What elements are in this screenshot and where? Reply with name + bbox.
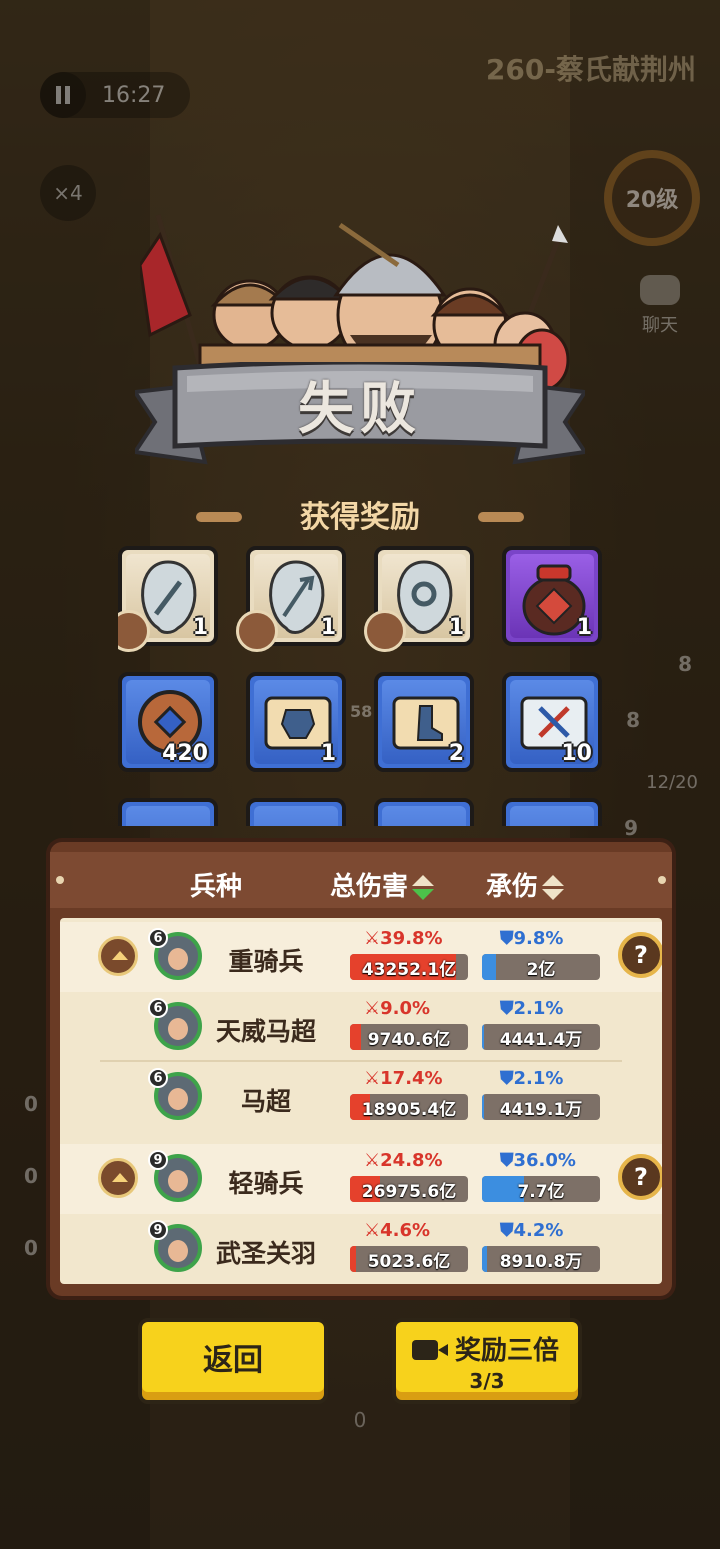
stage-title: 260-蔡氏献荆州 (485, 53, 696, 86)
triple-reward-button[interactable]: 奖励三倍 3/3 (392, 1318, 582, 1404)
timer-pill: 16:27 (40, 72, 190, 118)
damage-percent: ⚔39.8% (364, 928, 443, 949)
reward-item[interactable] (246, 798, 346, 826)
result-title: 失败 (298, 377, 422, 442)
table-row: 6 天威马超 ⚔9.0% 9740.6亿 ⛊2.1% 4441.4万 (60, 992, 662, 1062)
chat-bubble-icon (640, 275, 680, 305)
reward-item[interactable] (118, 798, 218, 826)
battle-stats-panel: 兵种 总伤害 承伤 6 重骑兵 ⚔39.8% 43252.1亿 ⛊9.8% 2亿… (50, 842, 672, 1296)
reward-item[interactable]: 1 (246, 672, 346, 772)
left-counter: 0 (24, 1236, 38, 1260)
taken-percent: ⛊2.1% (500, 998, 564, 1019)
taken-percent: ⛊9.8% (500, 928, 564, 949)
chat-label: 聊天 (642, 315, 678, 336)
ring-slot-icon (364, 610, 406, 652)
taken-percent: ⛊36.0% (500, 1150, 576, 1171)
reward-item[interactable]: 1 (502, 546, 602, 646)
unit-name: 武圣关羽 (215, 1239, 316, 1268)
table-row: 9 武圣关羽 ⚔4.6% 5023.6亿 ⛊4.2% 8910.8万 (60, 1214, 662, 1284)
sort-arrows-icon (542, 875, 565, 900)
reward-item[interactable] (374, 798, 474, 826)
left-counter: 0 (24, 1092, 38, 1116)
unit-level-badge: 9 (148, 1220, 168, 1240)
sort-arrows-icon (412, 875, 435, 900)
damage-bar: 26975.6亿 (350, 1176, 468, 1202)
damage-bar: 43252.1亿 (350, 954, 468, 980)
stats-list[interactable]: 6 重骑兵 ⚔39.8% 43252.1亿 ⛊9.8% 2亿 ? 6 天威马超 … (60, 918, 662, 1284)
taken-percent: ⛊4.2% (500, 1220, 564, 1241)
table-row: 9 轻骑兵 ⚔24.8% 26975.6亿 ⛊36.0% 7.7亿 ? (60, 1144, 662, 1214)
side-counter: 8 (678, 652, 692, 676)
unit-name: 马超 (240, 1087, 291, 1116)
collapse-button[interactable] (98, 1158, 138, 1198)
rivet-icon (56, 876, 64, 884)
reward-item[interactable]: 1 (364, 546, 474, 652)
damage-percent: ⚔17.4% (364, 1068, 443, 1089)
taken-percent: ⛊2.1% (500, 1068, 564, 1089)
unit-level-badge: 6 (148, 1068, 168, 1088)
damage-percent: ⚔4.6% (364, 1220, 431, 1241)
unit-name: 天威马超 (215, 1017, 316, 1046)
side-counter: 9 (624, 816, 638, 840)
bottom-counter: 0 (353, 1408, 367, 1432)
reward-item[interactable]: 2 (374, 672, 474, 772)
left-counter: 0 (24, 1164, 38, 1188)
reward-grid[interactable]: 1 1 1 1 420 1 2 10 (118, 546, 604, 826)
unit-name: 重骑兵 (228, 947, 304, 976)
reward-item[interactable]: 1 (236, 546, 346, 652)
col-taken-sort[interactable]: 承伤 (486, 866, 565, 903)
taken-bar: 2亿 (482, 954, 600, 980)
table-row: 6 重骑兵 ⚔39.8% 43252.1亿 ⛊9.8% 2亿 ? (60, 922, 662, 992)
col-damage-sort[interactable]: 总伤害 (330, 866, 435, 903)
unit-name: 轻骑兵 (228, 1169, 304, 1198)
unit-count: 12/20 (646, 772, 698, 793)
reward-item[interactable]: 1 (118, 546, 218, 652)
help-button[interactable]: ? (618, 932, 662, 978)
damage-bar: 5023.6亿 (350, 1246, 468, 1272)
stats-header: 兵种 总伤害 承伤 (50, 852, 672, 908)
unit-level-badge: 6 (148, 928, 168, 948)
reward-item[interactable]: 10 (502, 672, 602, 772)
help-button[interactable]: ? (618, 1154, 662, 1200)
side-counter: 8 (626, 708, 640, 732)
damage-bar: 18905.4亿 (350, 1094, 468, 1120)
timer-text: 16:27 (102, 82, 166, 108)
damage-bar: 9740.6亿 (350, 1024, 468, 1050)
taken-bar: 4441.4万 (482, 1024, 600, 1050)
table-row: 6 马超 ⚔17.4% 18905.4亿 ⛊2.1% 4419.1万 (60, 1062, 662, 1132)
rivet-icon (658, 876, 666, 884)
back-button[interactable]: 返回 (138, 1318, 328, 1404)
collapse-button[interactable] (98, 936, 138, 976)
taken-bar: 7.7亿 (482, 1176, 600, 1202)
damage-percent: ⚔9.0% (364, 998, 431, 1019)
unit-level-badge: 9 (148, 1150, 168, 1170)
player-level-badge[interactable]: 20级 (604, 150, 700, 246)
taken-bar: 8910.8万 (482, 1246, 600, 1272)
video-camera-icon (412, 1340, 448, 1360)
unit-level-badge: 6 (148, 998, 168, 1018)
taken-bar: 4419.1万 (482, 1094, 600, 1120)
reward-item[interactable] (502, 798, 602, 826)
reward-item[interactable]: 420 (118, 672, 218, 772)
reward-header: 获得奖励 (300, 500, 420, 535)
ornament-right (478, 512, 524, 522)
col-unit: 兵种 (190, 872, 243, 902)
speed-button[interactable]: ×4 (40, 165, 96, 221)
chat-button[interactable]: 聊天 (640, 275, 680, 337)
pause-icon[interactable] (40, 72, 86, 118)
boots-slot-icon (236, 610, 278, 652)
damage-percent: ⚔24.8% (364, 1150, 443, 1171)
